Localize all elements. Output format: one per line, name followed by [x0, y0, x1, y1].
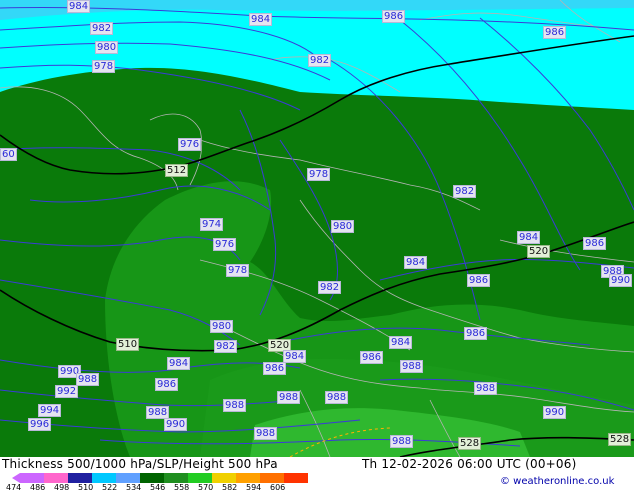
scale-segment: [284, 473, 308, 483]
isobar-label: 986: [263, 362, 287, 375]
isobar-label: 984: [167, 357, 191, 370]
isobar-label: 978: [307, 168, 331, 181]
isobar-label: 986: [543, 26, 567, 39]
isobar-label: 986: [467, 274, 491, 287]
scale-segment: [212, 473, 236, 483]
isobar-label: 990: [543, 406, 567, 419]
isobar-label: 988: [474, 382, 498, 395]
scale-segment: [236, 473, 260, 483]
scale-tick-label: 474: [6, 483, 22, 492]
isobar-label: 988: [390, 435, 414, 448]
scale-tick-label: 534: [126, 483, 142, 492]
map-title: Thickness 500/1000 hPa/SLP/Height 500 hP…: [2, 457, 278, 471]
scale-segment: [260, 473, 284, 483]
scale-segment: [188, 473, 212, 483]
scale-tick-label: 582: [222, 483, 238, 492]
scale-tick-label: 498: [54, 483, 70, 492]
scale-segment: [164, 473, 188, 483]
isobar-label: 978: [92, 60, 116, 73]
scale-segment: [116, 473, 140, 483]
isobar-label: 982: [453, 185, 477, 198]
isobar-label: 988: [223, 399, 247, 412]
isobar-label: 984: [283, 350, 307, 363]
thickness-label: 528: [458, 437, 482, 450]
isobar-label: 994: [38, 404, 62, 417]
isobar-label: 986: [464, 327, 488, 340]
scale-tick-label: 510: [78, 483, 94, 492]
scale-tick-label: 522: [102, 483, 118, 492]
isobar-label: 986: [382, 10, 406, 23]
isobar-label: 984: [249, 13, 273, 26]
isobar-label: 974: [200, 218, 224, 231]
isobar-label: 996: [28, 418, 52, 431]
isobar-label: 990: [609, 274, 633, 287]
scale-segment: [20, 473, 44, 483]
isobar-label: 984: [67, 0, 91, 13]
scale-segment: [68, 473, 92, 483]
color-scale: [12, 473, 308, 483]
scale-tick-label: 546: [150, 483, 166, 492]
isobar-label: 60: [0, 148, 17, 161]
scale-tick-label: 558: [174, 483, 190, 492]
forecast-date: Th 12-02-2026 06:00 UTC (00+06): [362, 457, 577, 471]
isobar-label: 976: [213, 238, 237, 251]
isobar-label: 984: [389, 336, 413, 349]
isobar-label: 982: [90, 22, 114, 35]
isobar-label: 992: [55, 385, 79, 398]
isobar-label: 982: [318, 281, 342, 294]
isobar-label: 984: [404, 256, 428, 269]
thickness-label: 510: [116, 338, 140, 351]
isobar-label: 986: [155, 378, 179, 391]
isobar-label: 982: [214, 340, 238, 353]
map-view: 984 982 980 978 984 986 982 986 976 512 …: [0, 0, 634, 492]
scale-tick-label: 594: [246, 483, 262, 492]
isobar-label: 986: [360, 351, 384, 364]
isobar-label: 988: [277, 391, 301, 404]
thickness-label: 512: [165, 164, 189, 177]
isobar-label: 988: [76, 373, 100, 386]
isobar-label: 988: [325, 391, 349, 404]
isobar-label: 980: [95, 41, 119, 54]
isobar-label: 978: [226, 264, 250, 277]
isobar-label: 990: [164, 418, 188, 431]
isobar-label: 984: [517, 231, 541, 244]
isobar-label: 980: [331, 220, 355, 233]
scale-segment: [140, 473, 164, 483]
scale-segment: [92, 473, 116, 483]
thickness-label: 528: [608, 433, 632, 446]
scale-tick-label: 486: [30, 483, 46, 492]
isobar-label: 988: [146, 406, 170, 419]
scale-tick-label: 606: [270, 483, 286, 492]
isobar-label: 980: [210, 320, 234, 333]
isobar-label: 982: [308, 54, 332, 67]
map-footer: Thickness 500/1000 hPa/SLP/Height 500 hP…: [0, 457, 634, 492]
scale-segment: [44, 473, 68, 483]
isobar-label: 986: [583, 237, 607, 250]
scale-arrow-left: [12, 473, 20, 483]
isobar-label: 988: [400, 360, 424, 373]
isobar-label: 988: [254, 427, 278, 440]
credit-link[interactable]: © weatheronline.co.uk: [500, 476, 614, 487]
scale-tick-label: 570: [198, 483, 214, 492]
thickness-label: 520: [527, 245, 551, 258]
isobar-label: 976: [178, 138, 202, 151]
